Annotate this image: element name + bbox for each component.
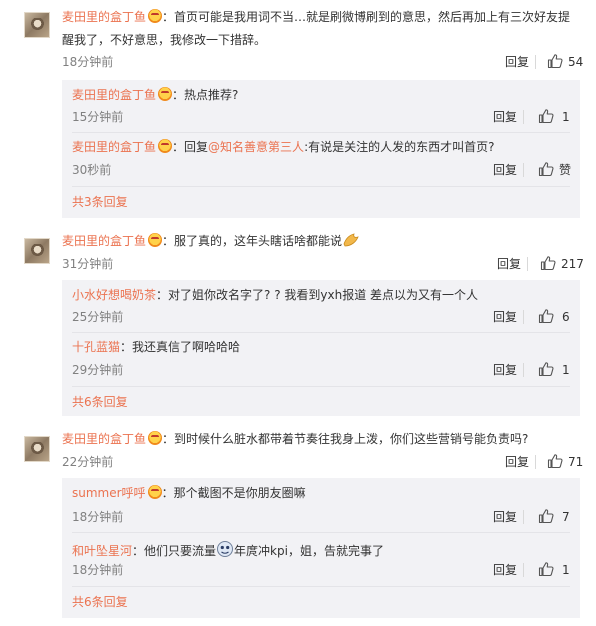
reply-author[interactable]: 十孔蓝猫 (72, 340, 120, 354)
reply-button[interactable]: 回复 (493, 309, 517, 325)
like-icon[interactable] (538, 161, 554, 177)
reply-text: 他们只要流量 (144, 544, 217, 558)
comment-author[interactable]: 麦田里的盒丁鱼 (62, 432, 146, 446)
reply-divider (72, 332, 570, 333)
like-icon[interactable] (547, 53, 563, 69)
vip-badge-icon (158, 87, 173, 101)
divider (523, 510, 524, 524)
divider (527, 257, 528, 271)
more-replies-link[interactable]: 共6条回复 (72, 594, 128, 610)
comment-body: 麦田里的盒丁鱼 ：首页可能是我用词不当…就是刷微博刷到的意思，然后再加上有三次好友… (62, 9, 571, 24)
clap-emoji-icon (343, 233, 359, 247)
like-icon[interactable] (538, 308, 554, 324)
reply-button[interactable]: 回复 (493, 162, 517, 178)
reply-text: 热点推荐? (184, 88, 239, 102)
comment-author[interactable]: 麦田里的盒丁鱼 (62, 234, 146, 248)
reply-body: summer呼呼 ：那个截图不是你朋友圈嘛 (72, 485, 306, 500)
like-icon[interactable] (547, 453, 563, 469)
divider (523, 363, 524, 377)
reply-author[interactable]: 小水好想喝奶茶 (72, 288, 156, 302)
reply-author[interactable]: summer呼呼 (72, 486, 146, 500)
vip-badge-icon (148, 233, 163, 247)
reply-body: 十孔蓝猫：我还真信了啊哈哈哈 (72, 340, 241, 354)
divider (523, 563, 524, 577)
like-icon[interactable] (540, 255, 556, 271)
reply-text-continued: 年庹冲kpi，姐，告就完事了 (234, 544, 384, 558)
reply-button[interactable]: 回复 (505, 54, 529, 70)
divider (523, 310, 524, 324)
vip-badge-icon (148, 9, 163, 23)
comment-body: 麦田里的盒丁鱼 ：服了真的，这年头瞎话啥都能说 (62, 232, 360, 250)
reply-divider (72, 386, 570, 387)
reply-time: 15分钟前 (72, 110, 124, 124)
like-count: 54 (568, 55, 584, 69)
comment-time: 22分钟前 (62, 455, 114, 469)
reply-button[interactable]: 回复 (493, 109, 517, 125)
reply-time: 25分钟前 (72, 310, 124, 324)
reply-button[interactable]: 回复 (505, 454, 529, 470)
reply-button[interactable]: 回复 (493, 362, 517, 378)
reply-text: 那个截图不是你朋友圈嘛 (173, 486, 306, 500)
avatar[interactable] (24, 238, 50, 264)
like-count: 6 (562, 310, 570, 324)
like-count: 1 (562, 563, 570, 577)
comment-text-continued: 醒我了，不好意思，我修改一下措辞。 (62, 33, 267, 47)
like-count: 217 (561, 257, 584, 271)
comment-text: 服了真的，这年头瞎话啥都能说 (174, 234, 343, 248)
replies-panel: 小水好想喝奶茶：对了姐你改名字了? ? 我看到yxh报道 差点以为又有一个人 2… (62, 280, 580, 416)
reply-body: 小水好想喝奶茶：对了姐你改名字了? ? 我看到yxh报道 差点以为又有一个人 (72, 288, 479, 302)
reply-divider (72, 586, 570, 587)
like-count: 71 (568, 455, 584, 469)
reply-body: 和叶坠星河：他们只要流量 年庹冲kpi，姐，告就完事了 (72, 540, 384, 560)
reply-time: 30秒前 (72, 163, 112, 177)
like-icon[interactable] (538, 108, 554, 124)
reply-text: 我还真信了啊哈哈哈 (132, 340, 241, 354)
like-label: 赞 (559, 163, 572, 177)
like-icon[interactable] (538, 361, 554, 377)
comment-text: 到时候什么脏水都带着节奏往我身上泼，你们这些营销号能负责吗? (174, 432, 529, 446)
reply-divider (72, 532, 570, 533)
reply-divider (72, 186, 570, 187)
like-count: 1 (562, 110, 570, 124)
like-icon[interactable] (538, 508, 554, 524)
like-count: 7 (562, 510, 570, 524)
replies-panel: 麦田里的盒丁鱼 ：热点推荐? 15分钟前 回复 1 麦田里的盒丁鱼 ：回复@知名善意… (62, 80, 580, 218)
reply-divider (72, 132, 570, 133)
comment-body: 麦田里的盒丁鱼 ：到时候什么脏水都带着节奏往我身上泼，你们这些营销号能负责吗? (62, 431, 529, 446)
mention-link[interactable]: @知名善意第三人 (208, 140, 304, 154)
divider (523, 110, 524, 124)
more-replies-link[interactable]: 共3条回复 (72, 194, 128, 210)
replies-panel: summer呼呼 ：那个截图不是你朋友圈嘛 18分钟前 回复 7 和叶坠星河：他们… (62, 478, 580, 618)
like-count: 1 (562, 363, 570, 377)
comment-text: 首页可能是我用词不当…就是刷微博刷到的意思，然后再加上有三次好友提 (174, 10, 571, 24)
avatar[interactable] (24, 436, 50, 462)
reply-button[interactable]: 回复 (493, 562, 517, 578)
avatar[interactable] (24, 12, 50, 38)
face-emoji-icon (217, 541, 234, 557)
reply-time: 29分钟前 (72, 363, 124, 377)
like-icon[interactable] (538, 561, 554, 577)
reply-author[interactable]: 麦田里的盒丁鱼 (72, 88, 156, 102)
divider (535, 455, 536, 469)
vip-badge-icon (148, 431, 163, 445)
vip-badge-icon (147, 485, 162, 499)
comment-time: 31分钟前 (62, 257, 114, 271)
divider (523, 163, 524, 177)
reply-text: 对了姐你改名字了? ? 我看到yxh报道 差点以为又有一个人 (168, 288, 479, 302)
reply-prefix: 回复 (184, 140, 209, 154)
reply-button[interactable]: 回复 (493, 509, 517, 525)
reply-author[interactable]: 和叶坠星河 (72, 544, 132, 558)
reply-body: 麦田里的盒丁鱼 ：热点推荐? (72, 87, 239, 102)
vip-badge-icon (158, 139, 173, 153)
reply-button[interactable]: 回复 (497, 256, 521, 272)
reply-author[interactable]: 麦田里的盒丁鱼 (72, 140, 156, 154)
reply-time: 18分钟前 (72, 510, 124, 524)
reply-time: 18分钟前 (72, 563, 124, 577)
reply-body: 麦田里的盒丁鱼 ：回复@知名善意第三人:有说是关注的人发的东西才叫首页? (72, 139, 495, 154)
more-replies-link[interactable]: 共6条回复 (72, 394, 128, 410)
reply-text: 有说是关注的人发的东西才叫首页? (308, 140, 495, 154)
comment-time: 18分钟前 (62, 55, 114, 69)
divider (535, 55, 536, 69)
comment-author[interactable]: 麦田里的盒丁鱼 (62, 10, 146, 24)
